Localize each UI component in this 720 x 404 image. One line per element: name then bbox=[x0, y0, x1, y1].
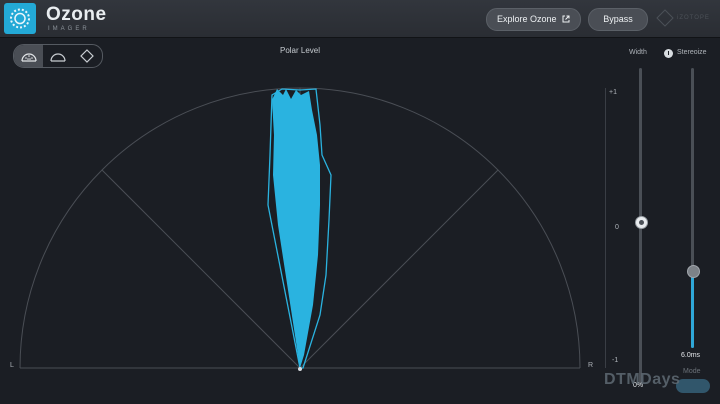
stereoize-slider-fill bbox=[691, 271, 694, 348]
header-bar: Ozone IMAGER Explore Ozone Bypass iZOTOP… bbox=[0, 0, 720, 38]
stereoize-label: Stereoize bbox=[677, 49, 707, 56]
module-name: IMAGER bbox=[48, 26, 90, 32]
izotope-logo: iZOTOPE bbox=[655, 9, 715, 27]
izotope-logo-icon bbox=[656, 9, 674, 27]
ozone-logo-icon bbox=[4, 3, 36, 34]
polar-level-meter bbox=[19, 87, 581, 371]
vectorscope-title: Polar Level bbox=[279, 46, 321, 55]
watermark-text: DTMDays bbox=[604, 371, 681, 388]
correlation-top-label: +1 bbox=[609, 89, 617, 96]
explore-ozone-button[interactable]: Explore Ozone bbox=[486, 8, 581, 31]
explore-ozone-label: Explore Ozone bbox=[496, 14, 557, 24]
app-title: Ozone bbox=[46, 4, 107, 25]
stereoize-mode-label: Mode bbox=[683, 368, 701, 375]
left-channel-label: L bbox=[10, 362, 14, 369]
width-label: Width bbox=[629, 49, 647, 56]
bypass-button[interactable]: Bypass bbox=[588, 8, 648, 31]
stereoize-slider-handle[interactable] bbox=[687, 265, 700, 278]
meter-guide-left bbox=[101, 169, 301, 369]
right-channel-label: R bbox=[588, 362, 594, 369]
izotope-brand-text: iZOTOPE bbox=[677, 15, 710, 21]
correlation-bottom-label: -1 bbox=[612, 357, 619, 364]
width-slider-handle[interactable] bbox=[635, 216, 648, 229]
stereoize-power-icon[interactable] bbox=[664, 49, 673, 58]
correlation-mid-label: 0 bbox=[615, 224, 619, 231]
stereoize-mode-selector[interactable] bbox=[676, 379, 710, 393]
external-link-icon bbox=[562, 15, 570, 23]
meter-origin-dot bbox=[298, 367, 302, 371]
correlation-scale bbox=[605, 88, 606, 368]
polar-sample-cloud bbox=[272, 89, 320, 368]
stereoize-value: 6.0ms bbox=[681, 352, 701, 359]
